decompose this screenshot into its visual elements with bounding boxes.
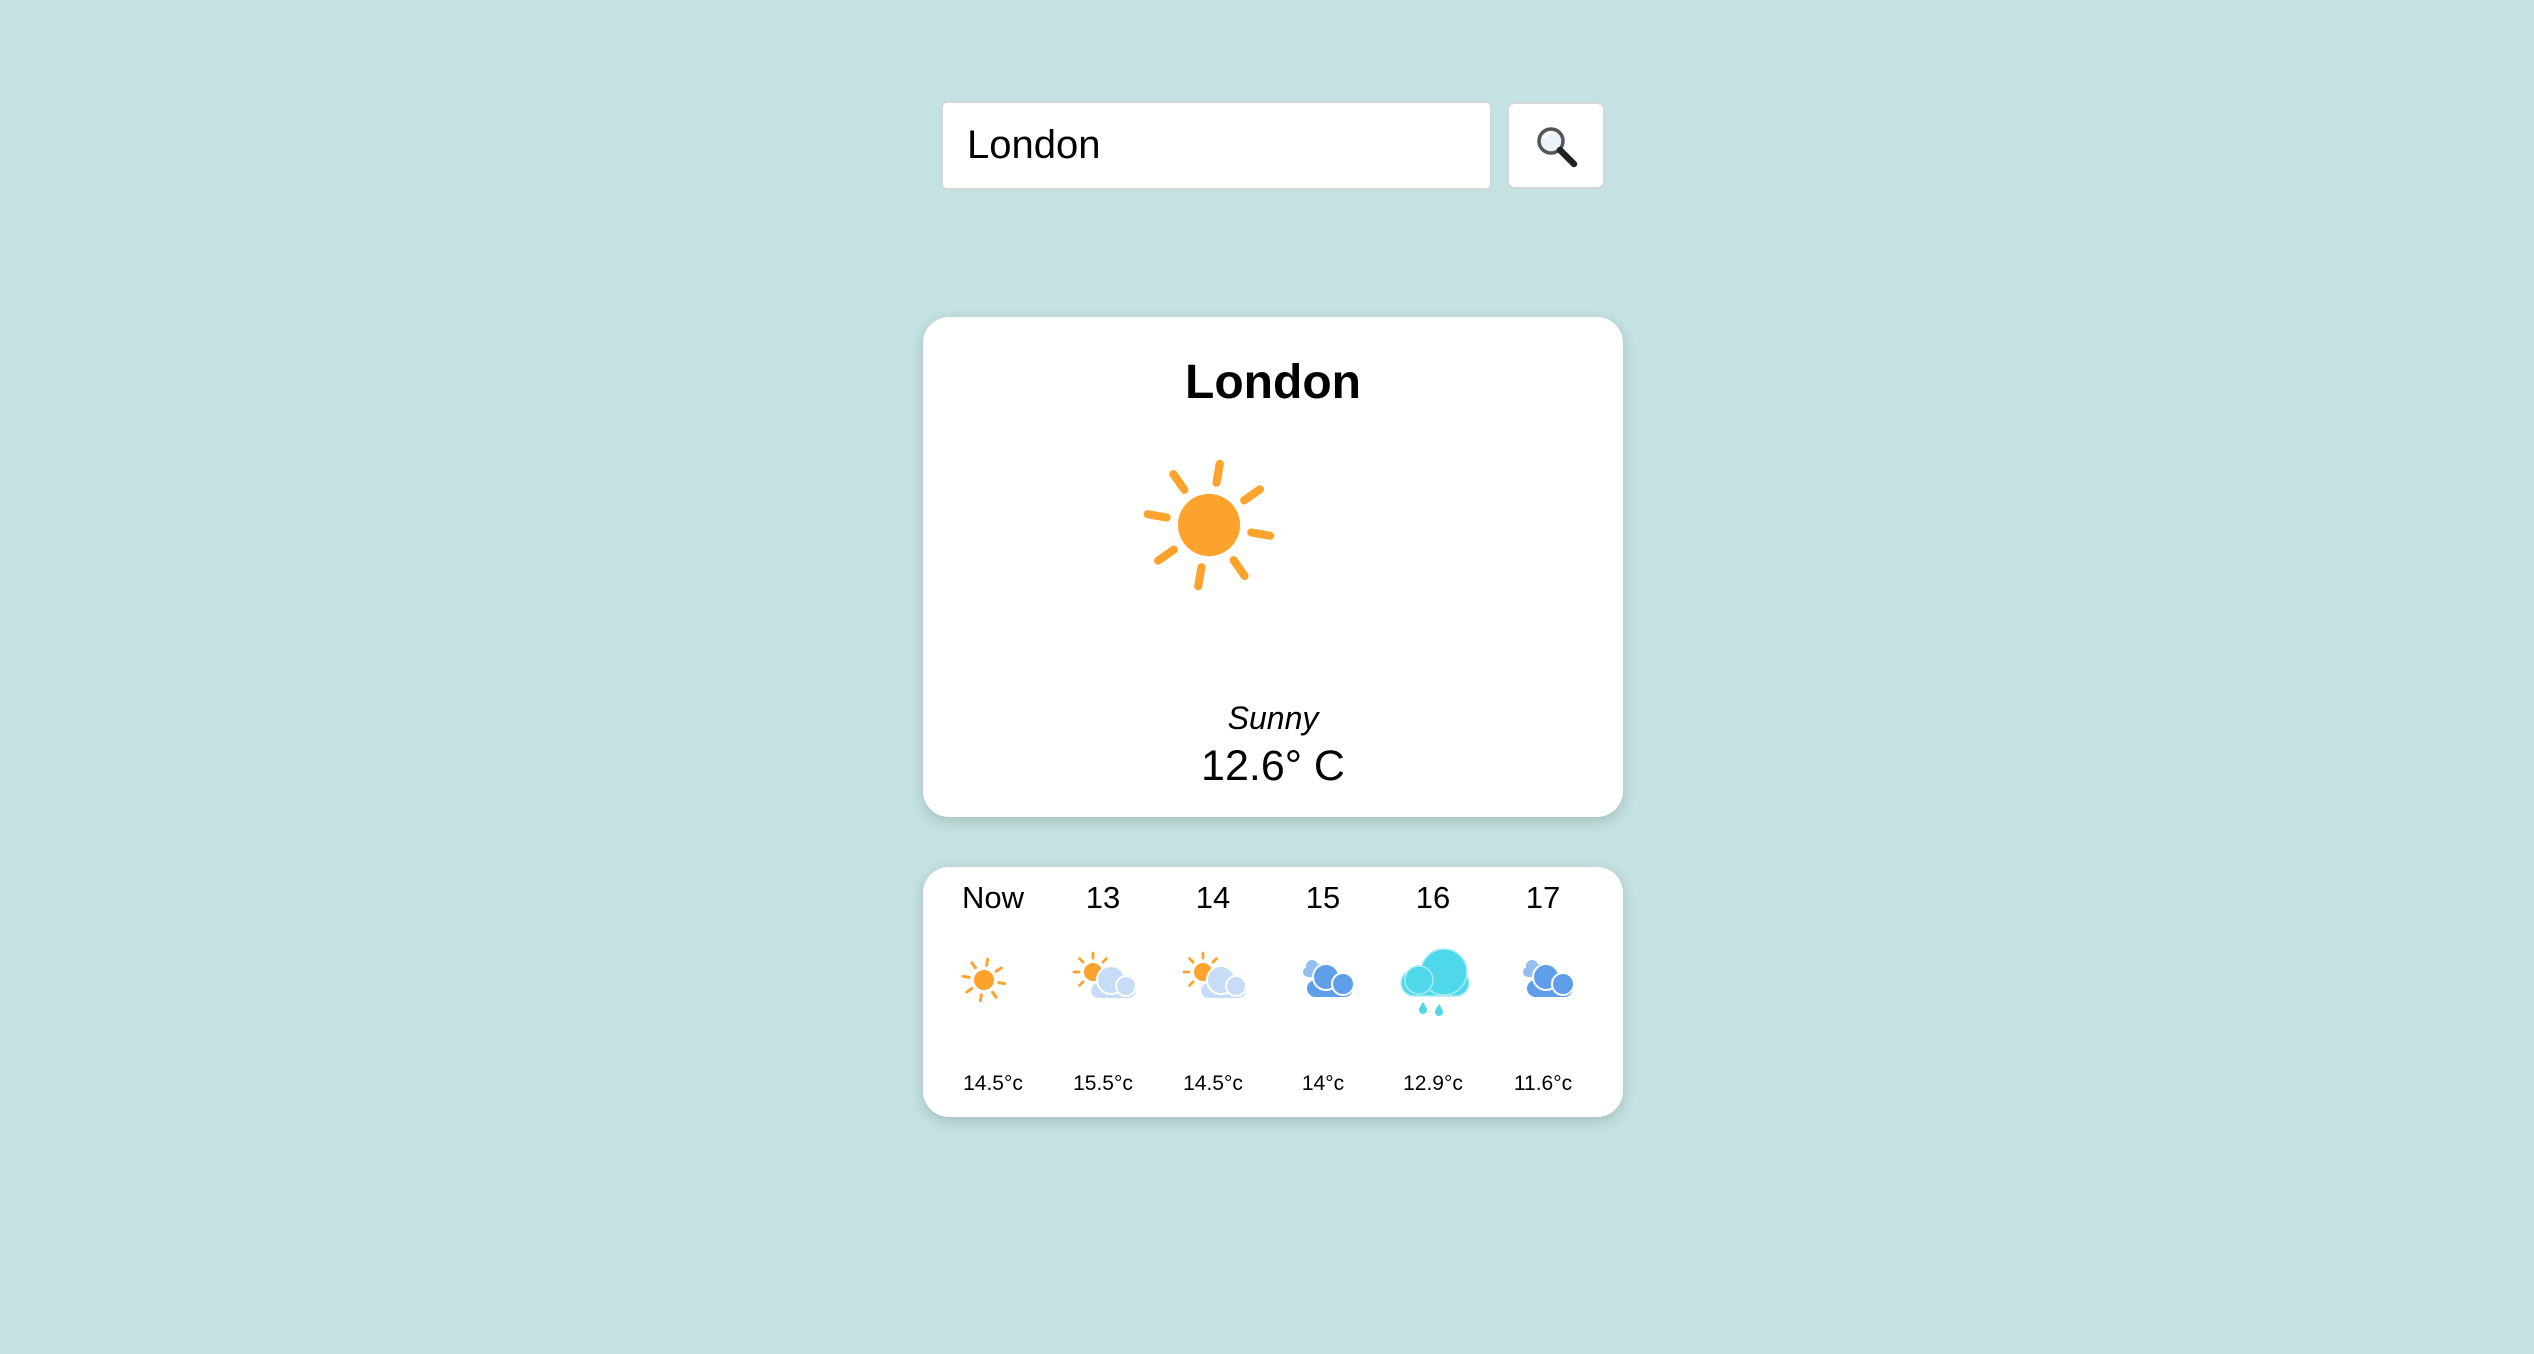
- city-title: London: [1185, 356, 1361, 409]
- forecast-item-14: 14 14.5°c: [1158, 867, 1268, 1117]
- forecast-item-15: 15 14°c: [1268, 867, 1378, 1117]
- magnifying-glass-icon: [1537, 126, 1578, 167]
- sun-icon: [1143, 459, 1275, 591]
- forecast-temp: 11.6°c: [1513, 1072, 1573, 1095]
- forecast-temp: 14.5°c: [963, 1072, 1023, 1095]
- forecast-item-13: 13 15.5°c: [1048, 867, 1158, 1117]
- weather-condition: Sunny: [1227, 700, 1319, 736]
- current-weather-card: London Sunny 12.6° C: [923, 317, 1623, 817]
- forecast-temp: 14°c: [1301, 1072, 1345, 1095]
- search-input[interactable]: [941, 101, 1492, 190]
- forecast-strip: Now 14.5°c 13 15.5°c 14 14.5°c 15 14°c 1…: [923, 867, 1623, 1117]
- forecast-label: 14: [1195, 880, 1231, 915]
- forecast-label: 13: [1085, 880, 1121, 915]
- forecast-label: Now: [961, 880, 1024, 915]
- forecast-temp: 12.9°c: [1403, 1072, 1463, 1095]
- forecast-temp: 15.5°c: [1073, 1072, 1133, 1095]
- search-button[interactable]: [1507, 102, 1605, 189]
- cloudy-icon: [1523, 960, 1575, 999]
- forecast-label: 17: [1525, 880, 1561, 915]
- forecast-label: 16: [1415, 880, 1451, 915]
- cloudy-icon: [1303, 960, 1355, 999]
- rain-cloud-icon: [1400, 948, 1470, 1016]
- forecast-item-now: Now 14.5°c: [938, 867, 1048, 1117]
- sun-icon: [961, 957, 1007, 1003]
- partly-cloudy-icon: [1182, 951, 1248, 1000]
- current-weather-icon: [1135, 451, 1283, 599]
- forecast-temp: 14.5°c: [1183, 1072, 1243, 1095]
- forecast-item-17: 17 11.6°c: [1488, 867, 1598, 1117]
- forecast-item-16: 16 12.9°c: [1378, 867, 1488, 1117]
- forecast-label: 15: [1305, 880, 1341, 915]
- partly-cloudy-icon: [1072, 951, 1138, 1000]
- current-temperature: 12.6° C: [1201, 742, 1345, 790]
